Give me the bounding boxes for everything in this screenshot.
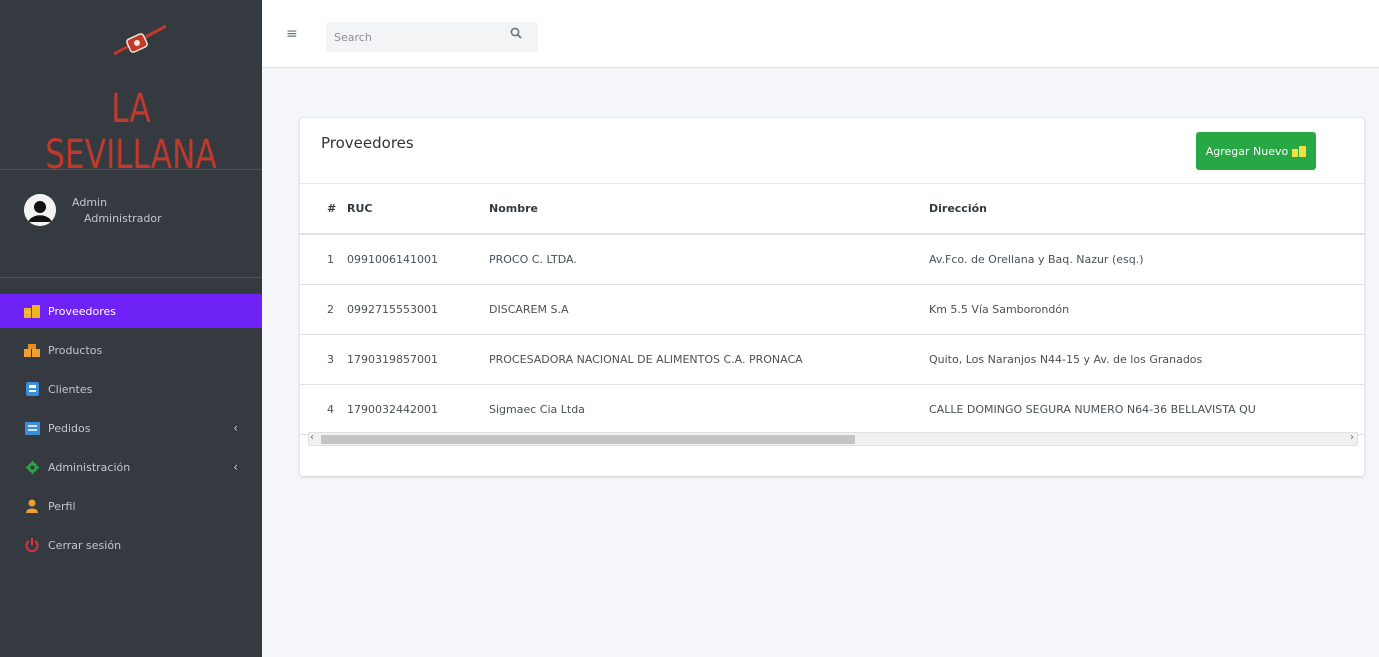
user-panel: Admin Administrador bbox=[0, 170, 262, 278]
top-navbar: ≡ bbox=[262, 0, 1379, 68]
sidebar-item-label: Pedidos bbox=[48, 421, 91, 435]
page-title: Proveedores bbox=[321, 134, 414, 152]
boxes-icon bbox=[24, 343, 40, 357]
user-name[interactable]: Admin bbox=[72, 196, 107, 209]
sidebar: LA SEVILLANA · · · · · · · · · Admin Adm… bbox=[0, 0, 262, 657]
table-header-row: # RUC Nombre Dirección bbox=[300, 184, 1364, 235]
brand-logo-icon bbox=[113, 24, 167, 56]
cell-ruc: 0991006141001 bbox=[343, 234, 483, 285]
cell-direccion: Av.Fco. de Orellana y Baq. Nazur (esq.) bbox=[923, 234, 1364, 285]
cell-nombre: DISCAREM S.A bbox=[483, 284, 923, 335]
cell-number: 3 bbox=[300, 334, 343, 385]
user-role: Administrador bbox=[84, 212, 162, 225]
brand[interactable]: LA SEVILLANA · · · · · · · · · bbox=[0, 0, 262, 178]
table-row[interactable]: 1 0991006141001 PROCO C. LTDA. Av.Fco. d… bbox=[300, 234, 1364, 285]
table-row[interactable]: 3 1790319857001 PROCESADORA NACIONAL DE … bbox=[300, 334, 1364, 385]
suppliers-icon bbox=[1292, 145, 1307, 157]
brand-name: LA SEVILLANA bbox=[45, 86, 217, 178]
avatar[interactable] bbox=[24, 194, 56, 226]
sidebar-item-productos[interactable]: Productos bbox=[0, 333, 262, 367]
user-icon bbox=[24, 499, 40, 513]
cell-direccion: Quito, Los Naranjos N44-15 y Av. de los … bbox=[923, 334, 1364, 385]
column-header-direccion[interactable]: Dirección bbox=[923, 184, 1364, 235]
sidebar-item-perfil[interactable]: Perfil bbox=[0, 489, 262, 523]
scroll-right-arrow-icon[interactable]: › bbox=[1350, 432, 1354, 443]
sidebar-item-administracion[interactable]: Administración ‹ bbox=[0, 450, 262, 484]
suppliers-card: Proveedores Agregar Nuevo # RUC Nombre D… bbox=[300, 118, 1364, 476]
cell-ruc: 1790032442001 bbox=[343, 384, 483, 435]
column-header-nombre[interactable]: Nombre bbox=[483, 184, 923, 235]
brand-subtitle: · · · · · · · · · bbox=[86, 140, 176, 148]
table-row[interactable]: 4 1790032442001 Sigmaec Cia Ltda CALLE D… bbox=[300, 384, 1364, 435]
search-input[interactable] bbox=[334, 28, 494, 46]
add-new-label: Agregar Nuevo bbox=[1205, 144, 1289, 158]
cell-nombre: PROCESADORA NACIONAL DE ALIMENTOS C.A. P… bbox=[483, 334, 923, 385]
cell-number: 1 bbox=[300, 234, 343, 285]
sidebar-nav: Proveedores Productos Clientes Pedidos ‹ bbox=[0, 294, 262, 567]
column-header-number[interactable]: # bbox=[300, 184, 343, 235]
suppliers-table: # RUC Nombre Dirección 1 0991006141001 P… bbox=[300, 184, 1364, 435]
cell-number: 2 bbox=[300, 284, 343, 335]
sidebar-item-label: Administración bbox=[48, 460, 131, 474]
sidebar-item-label: Clientes bbox=[48, 382, 93, 396]
chevron-left-icon: ‹ bbox=[233, 460, 238, 474]
column-header-ruc[interactable]: RUC bbox=[343, 184, 483, 235]
cell-nombre: Sigmaec Cia Ltda bbox=[483, 384, 923, 435]
sidebar-item-pedidos[interactable]: Pedidos ‹ bbox=[0, 411, 262, 445]
card-header: Proveedores Agregar Nuevo bbox=[300, 118, 1364, 184]
cell-number: 4 bbox=[300, 384, 343, 435]
sidebar-item-label: Cerrar sesión bbox=[48, 538, 122, 552]
search-icon bbox=[510, 27, 522, 39]
scroll-left-arrow-icon[interactable]: ‹ bbox=[310, 432, 314, 443]
add-new-button[interactable]: Agregar Nuevo bbox=[1196, 132, 1316, 170]
suppliers-icon bbox=[24, 304, 40, 318]
user-avatar-icon bbox=[24, 194, 56, 226]
chevron-left-icon: ‹ bbox=[233, 421, 238, 435]
gear-icon bbox=[24, 460, 40, 474]
menu-toggle-icon[interactable]: ≡ bbox=[286, 26, 298, 42]
table-row[interactable]: 2 0992715553001 DISCAREM S.A Km 5.5 Vía … bbox=[300, 284, 1364, 335]
horizontal-scrollbar[interactable]: ‹ › bbox=[308, 432, 1358, 446]
sidebar-item-label: Perfil bbox=[48, 499, 76, 513]
sidebar-item-clientes[interactable]: Clientes bbox=[0, 372, 262, 406]
search-box bbox=[326, 22, 538, 52]
scrollbar-thumb[interactable] bbox=[321, 435, 855, 444]
sidebar-item-label: Productos bbox=[48, 343, 103, 357]
sidebar-item-cerrar-sesion[interactable]: Cerrar sesión bbox=[0, 528, 262, 562]
cell-direccion: CALLE DOMINGO SEGURA NUMERO N64-36 BELLA… bbox=[923, 384, 1364, 435]
search-button[interactable] bbox=[504, 27, 528, 47]
cell-direccion: Km 5.5 Vía Samborondón bbox=[923, 284, 1364, 335]
id-card-icon bbox=[24, 382, 40, 396]
sidebar-item-proveedores[interactable]: Proveedores bbox=[0, 294, 262, 328]
cell-nombre: PROCO C. LTDA. bbox=[483, 234, 923, 285]
cell-ruc: 0992715553001 bbox=[343, 284, 483, 335]
sidebar-item-label: Proveedores bbox=[48, 304, 116, 318]
cell-ruc: 1790319857001 bbox=[343, 334, 483, 385]
list-icon bbox=[24, 421, 40, 435]
power-icon bbox=[24, 538, 40, 552]
